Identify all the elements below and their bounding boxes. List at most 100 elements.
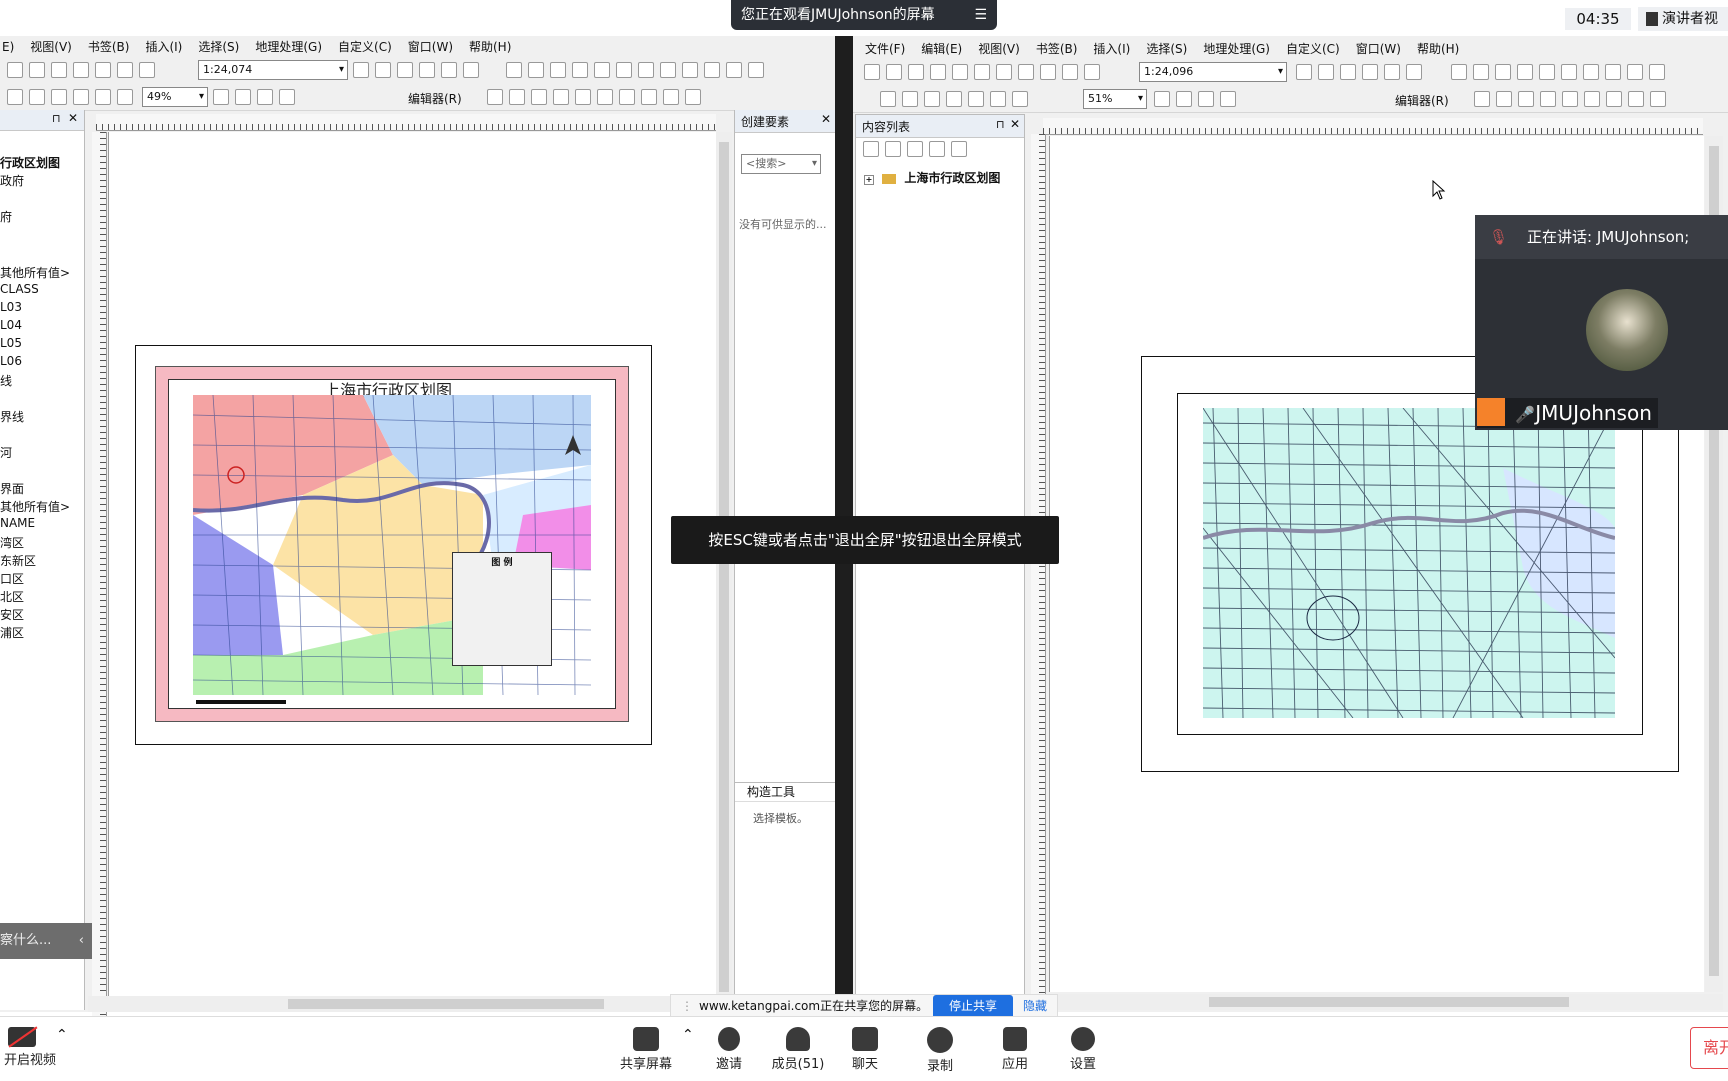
catalog-icon[interactable] [1340,64,1356,80]
list-by-selection-icon[interactable] [929,141,945,157]
pan-icon[interactable] [549,62,566,78]
toc-item[interactable]: 政府 [0,172,24,189]
python-icon[interactable] [1384,64,1400,80]
left-v-scrollbar[interactable] [716,132,732,1006]
trace-icon[interactable] [1540,91,1556,107]
left-menu-5[interactable]: 地理处理(G) [255,40,322,54]
toc-item[interactable]: 北区 [0,588,24,605]
straight-segment-icon[interactable] [1518,91,1534,107]
edit-annotation-icon[interactable] [1496,91,1512,107]
layout-back-icon[interactable] [1012,91,1028,107]
right-menu-5[interactable]: 选择(S) [1146,42,1187,56]
select-icon[interactable] [1626,64,1643,80]
open-icon[interactable] [886,64,902,80]
left-menu-3[interactable]: 插入(I) [145,40,182,54]
forward-icon[interactable] [659,62,676,78]
right-menu-7[interactable]: 自定义(C) [1286,42,1340,56]
create-features-icon[interactable] [685,89,701,105]
close-icon[interactable]: ✕ [68,111,78,125]
sketch-props-icon[interactable] [663,89,679,105]
full-extent-icon[interactable] [1538,64,1555,80]
model-icon[interactable] [463,62,479,78]
back-icon[interactable] [1582,64,1599,80]
zoom-out-icon[interactable] [527,62,544,78]
toc-item[interactable]: L06 [0,354,22,368]
data-driven-icon[interactable] [279,89,295,105]
chat-button[interactable]: 聊天 [833,1017,897,1077]
left-menu-2[interactable]: 书签(B) [88,40,130,54]
layout-view-icon[interactable] [1318,64,1334,80]
toc-item[interactable]: 河 [0,444,12,461]
right-menu-6[interactable]: 地理处理(G) [1203,42,1270,56]
straight-segment-icon[interactable] [531,89,547,105]
right-menu-1[interactable]: 编辑(E) [921,42,962,56]
clear-select-icon[interactable] [703,62,720,78]
left-layout-canvas[interactable]: 上海市行政区划图 图 例 [108,132,717,1006]
toc-item[interactable]: NAME [0,516,35,530]
video-options-chevron-icon[interactable]: ⌃ [56,1027,68,1043]
right-menu-9[interactable]: 帮助(H) [1417,42,1459,56]
layout-zoom-in-icon[interactable] [7,89,23,105]
toc-item[interactable]: 线 [0,372,12,389]
right-zoom-combo[interactable]: 51% [1083,89,1147,109]
toc-item[interactable]: 其他所有值> [0,264,70,281]
presenter-view-button[interactable]: 演讲者视 [1638,7,1728,31]
expand-icon[interactable]: + [864,175,874,185]
left-zoom-combo[interactable]: 49% [142,87,208,107]
toc-item[interactable]: 行政区划图 [0,154,60,171]
trace-icon[interactable] [553,89,569,105]
toc-item[interactable]: 口区 [0,570,24,587]
left-menu-4[interactable]: 选择(S) [198,40,239,54]
layout-zoom-in-icon[interactable] [880,91,896,107]
layout-fixed-icon[interactable] [968,91,984,107]
pin-icon[interactable]: ⊓ [52,112,61,125]
options-icon[interactable] [951,141,967,157]
model-icon[interactable] [1406,64,1422,80]
toggle-draft-icon[interactable] [1154,91,1170,107]
right-scale-combo[interactable]: 1:24,096 [1139,62,1287,82]
drag-handle-icon[interactable]: ⋮ [681,999,693,1013]
hide-share-bar-link[interactable]: 隐藏 [1023,995,1047,1017]
toc-item[interactable]: L05 [0,336,22,350]
layout-view-icon[interactable] [375,62,391,78]
change-layout-icon[interactable] [257,89,273,105]
panel-close-icon[interactable]: ✕ [821,112,831,126]
toc-item[interactable]: 其他所有值> [0,498,70,515]
undo-icon[interactable] [95,62,111,78]
settings-button[interactable]: 设置 [1051,1017,1115,1077]
fixed-zoom-icon[interactable] [1560,64,1577,80]
select-icon[interactable] [681,62,698,78]
point-icon[interactable] [575,89,591,105]
left-h-scrollbar[interactable] [88,996,733,1012]
share-screen-button[interactable]: 共享屏幕 [614,1017,678,1077]
cut-icon[interactable] [7,62,23,78]
data-driven-icon[interactable] [1220,91,1236,107]
members-button[interactable]: 成员(51) [763,1017,833,1077]
toc-layer-item[interactable]: + 上海市行政区划图 [864,169,1000,186]
layout-pan-icon[interactable] [51,89,67,105]
pointer-icon[interactable] [725,62,742,78]
change-layout-icon[interactable] [1198,91,1214,107]
layout-pan-icon[interactable] [924,91,940,107]
layout-full-icon[interactable] [946,91,962,107]
right-editor-menu[interactable]: 编辑器(R) [1395,92,1449,109]
toc-item[interactable]: L03 [0,300,22,314]
pan-icon[interactable] [1494,64,1511,80]
python-icon[interactable] [441,62,457,78]
add-data-icon[interactable] [1084,64,1100,80]
delete-icon[interactable] [73,62,89,78]
editor-toolbar-icon[interactable] [1296,64,1312,80]
full-extent-icon[interactable] [593,62,610,78]
globe-icon[interactable] [571,62,588,78]
left-menu-6[interactable]: 自定义(C) [338,40,392,54]
layout-zoom-out-icon[interactable] [902,91,918,107]
layout-fixed-icon[interactable] [95,89,111,105]
template-search-box[interactable]: <搜索> [741,154,821,174]
toc-item[interactable]: 府 [0,208,12,225]
toc-item[interactable]: 界面 [0,480,24,497]
globe-icon[interactable] [1516,64,1533,80]
speaker-card[interactable]: 🎙 正在讲话: JMUJohnson; 🎤JMUJohnson [1475,215,1728,430]
edit-tool-icon[interactable] [487,89,503,105]
right-h-scrollbar[interactable] [1049,994,1723,1010]
left-scale-combo[interactable]: 1:24,074 [198,60,348,80]
